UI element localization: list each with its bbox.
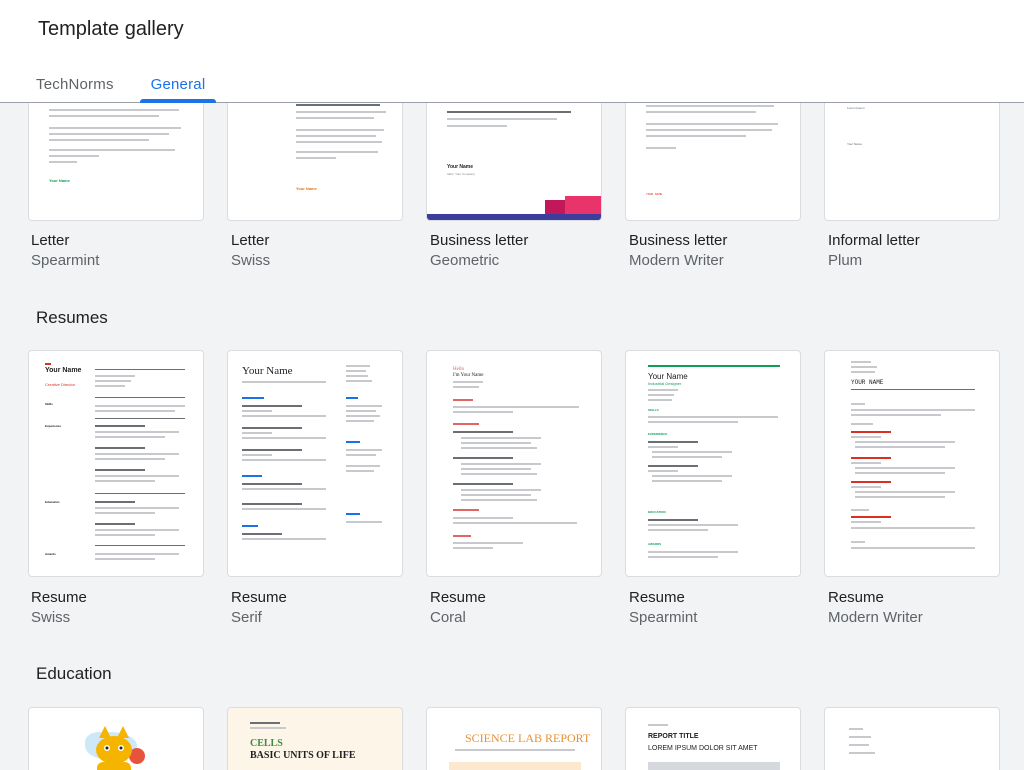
template-card-business-letter-geometric[interactable]: Your Name CEO, Your Company: [426, 90, 602, 221]
thumb-resume-name: Your Name: [648, 372, 688, 381]
template-name: Informal letter: [828, 232, 920, 249]
template-name: Resume: [629, 589, 685, 606]
geometric-decoration: [427, 196, 601, 220]
template-style: Geometric: [430, 252, 500, 269]
template-card-letter-swiss[interactable]: Your Name: [227, 90, 403, 221]
template-style: Modern Writer: [629, 252, 724, 269]
template-card-resume-coral[interactable]: Hello I'm Your Name: [426, 350, 602, 577]
template-name: Letter: [31, 232, 70, 249]
template-name: Resume: [31, 589, 87, 606]
template-card-resume-swiss[interactable]: Your Name Creative Director Skills Exper…: [28, 350, 204, 577]
thumb-section-label: EDUCATION: [648, 510, 666, 514]
thumb-section-label: SKILLS: [648, 408, 659, 412]
template-card-resume-serif[interactable]: Your Name: [227, 350, 403, 577]
thumb-heading: Lorem Ipsum: [847, 106, 865, 110]
thumb-section-label: Skills: [45, 402, 53, 406]
thumb-signature: Your Name: [49, 178, 70, 183]
thumb-section-label: Experience: [45, 424, 62, 428]
thumb-sender-title: CEO, Your Company: [447, 172, 475, 176]
thumb-resume-name: I'm Your Name: [453, 373, 484, 378]
page-title: Template gallery: [38, 18, 184, 40]
template-card-education-1[interactable]: [28, 707, 204, 770]
thumb-resume-name: YOUR NAME: [851, 379, 884, 386]
template-style: Swiss: [31, 609, 71, 626]
thumb-edu-subtitle: BASIC UNITS OF LIFE: [250, 750, 356, 761]
template-style: Spearmint: [31, 252, 100, 269]
thumb-resume-role: Creative Director: [45, 382, 76, 387]
template-style: Modern Writer: [828, 609, 923, 626]
gallery-header: Template gallery TechNorms General: [0, 0, 1024, 103]
thumb-edu-title: SCIENCE LAB REPORT: [465, 731, 591, 745]
thumb-resume-name: Your Name: [242, 365, 293, 377]
template-name: Resume: [430, 589, 486, 606]
thumb-resume-greeting: Hello: [453, 367, 465, 372]
template-name: Resume: [231, 589, 287, 606]
template-name: Business letter: [629, 232, 728, 249]
cat-illustration-icon: [85, 726, 145, 770]
thumb-resume-name: Your Name: [45, 367, 82, 374]
thumb-signature: YOUR NAME: [646, 193, 663, 196]
thumb-section-label: EXPERIENCE: [648, 432, 668, 436]
template-name: Letter: [231, 232, 270, 249]
template-card-education-cells[interactable]: CELLS BASIC UNITS OF LIFE: [227, 707, 403, 770]
tab-general[interactable]: General: [140, 76, 216, 93]
section-title-education: Education: [36, 664, 112, 683]
template-name: Business letter: [430, 232, 529, 249]
thumb-signature: Your Name: [847, 142, 862, 146]
thumb-resume-role: Industrial Designer: [648, 381, 682, 386]
template-style: Plum: [828, 252, 863, 269]
template-card-business-letter-modern-writer[interactable]: YOUR NAME: [625, 90, 801, 221]
thumb-sender-name: Your Name: [447, 164, 474, 170]
template-name: Resume: [828, 589, 884, 606]
template-card-resume-spearmint[interactable]: Your Name Industrial Designer SKILLS EXP…: [625, 350, 801, 577]
thumb-section-label: Education: [45, 500, 60, 504]
thumb-signature: Your Name: [296, 186, 317, 191]
template-card-informal-letter-plum[interactable]: Lorem Ipsum Your Name: [824, 90, 1000, 221]
template-style: Spearmint: [629, 609, 698, 626]
template-style: Serif: [231, 609, 262, 626]
template-card-resume-modern-writer[interactable]: YOUR NAME: [824, 350, 1000, 577]
thumb-section-label: Awards: [45, 552, 56, 556]
template-card-education-5[interactable]: [824, 707, 1000, 770]
template-style: Coral: [430, 609, 466, 626]
active-tab-indicator: [140, 99, 216, 103]
thumb-section-label: AWARDS: [648, 542, 662, 546]
thumb-edu-subtitle: LOREM IPSUM DOLOR SIT AMET: [648, 745, 758, 752]
template-card-education-report[interactable]: REPORT TITLE LOREM IPSUM DOLOR SIT AMET: [625, 707, 801, 770]
template-card-letter-spearmint[interactable]: Your Name: [28, 90, 204, 221]
tab-technorms[interactable]: TechNorms: [36, 76, 114, 93]
template-card-education-science-lab-report[interactable]: SCIENCE LAB REPORT: [426, 707, 602, 770]
template-style: Swiss: [231, 252, 271, 269]
section-title-resumes: Resumes: [36, 308, 108, 327]
thumb-edu-title: CELLS: [250, 738, 283, 749]
thumb-edu-title: REPORT TITLE: [648, 733, 699, 740]
